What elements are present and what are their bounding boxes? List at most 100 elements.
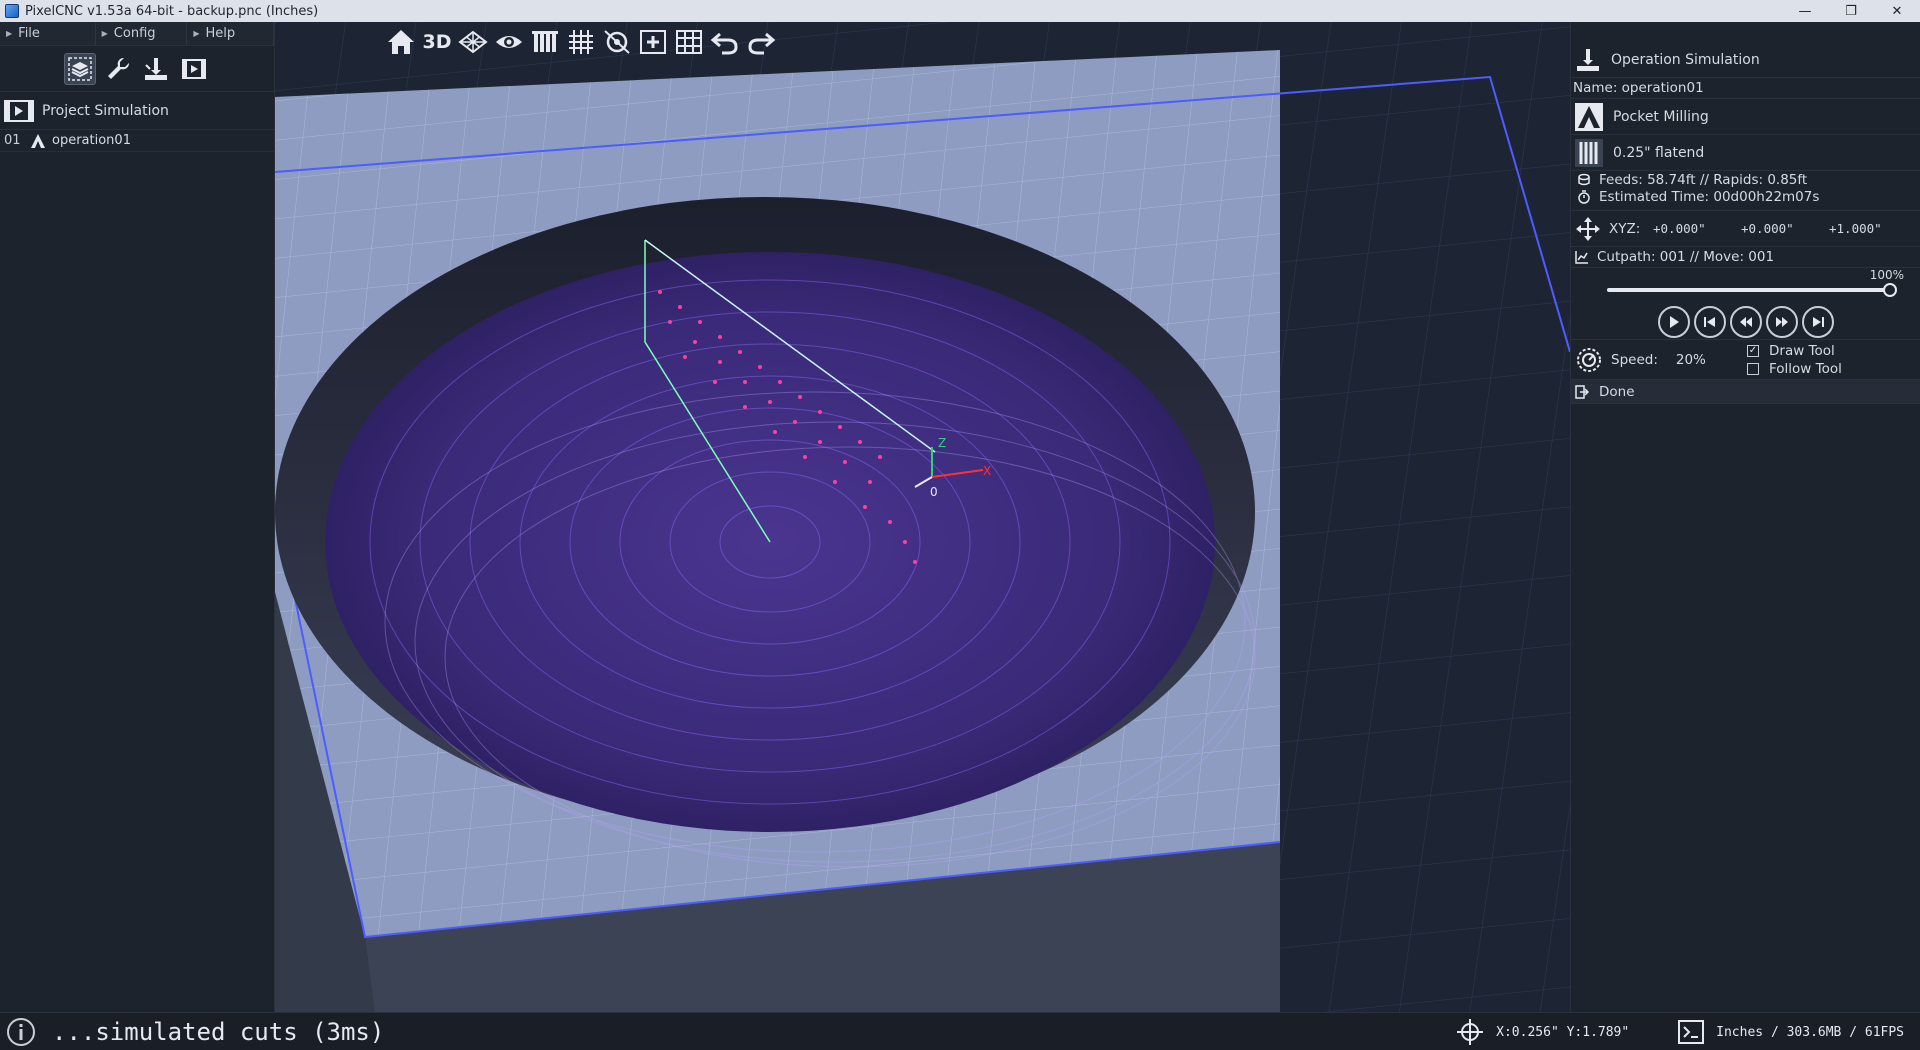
view-toolbar: 3D [385, 24, 777, 60]
mode-toolbar [0, 46, 274, 92]
feeds-row: Feeds: 58.74ft // Rapids: 0.85ft [1571, 170, 1920, 188]
menu-help-label: Help [205, 26, 236, 41]
status-right: X:0.256" Y:1.789" Inches / 303.6MB / 61F… [1456, 1013, 1904, 1050]
project-simulation-title: Project Simulation [42, 102, 169, 119]
stock-icon [532, 31, 558, 52]
origin-label: 0 [930, 485, 938, 499]
estimated-time-row: Estimated Time: 00d00h22m07s [1571, 188, 1920, 206]
move-arrows-icon [1576, 216, 1600, 241]
menu-help[interactable]: ▶ Help [187, 21, 274, 46]
info-icon[interactable] [4, 1015, 38, 1049]
operations-mode-button[interactable] [140, 53, 172, 85]
simulation-scene: Z X 0 [275, 22, 1570, 1012]
x-coordinate: +0.000" [1653, 221, 1706, 236]
redo-icon [748, 32, 776, 55]
operation-list-item[interactable]: 01 operation01 [0, 130, 274, 152]
path-chart-icon [1575, 251, 1588, 264]
progress-slider[interactable] [1607, 283, 1897, 297]
film-icon [182, 58, 206, 79]
skip-to-end-button[interactable] [1801, 305, 1834, 338]
menu-config[interactable]: ▶ Config [96, 21, 188, 46]
add-view-button[interactable] [637, 26, 669, 58]
units-memory-fps: Inches / 303.6MB / 61FPS [1716, 1024, 1904, 1040]
hash-grid-icon [569, 30, 593, 54]
follow-tool-option[interactable]: Follow Tool [1747, 360, 1842, 378]
play-icon [1669, 315, 1679, 328]
simulation-mode-button[interactable] [178, 53, 210, 85]
undo-button[interactable] [709, 26, 741, 58]
project-mode-button[interactable] [64, 52, 96, 85]
top-view-button[interactable] [457, 26, 489, 58]
home-icon [388, 30, 414, 54]
stopwatch-icon [1578, 190, 1590, 204]
follow-tool-checkbox[interactable] [1747, 363, 1759, 375]
draw-tool-option[interactable]: ✓ Draw Tool [1747, 342, 1842, 360]
spool-icon [1578, 173, 1590, 185]
minimize-button[interactable]: — [1782, 0, 1828, 22]
progress-slider-handle[interactable] [1883, 283, 1897, 297]
stock-view-button[interactable] [529, 26, 561, 58]
operation-type-row: Pocket Milling [1571, 98, 1920, 134]
grid-toggle-button[interactable] [565, 26, 597, 58]
console-icon[interactable] [1678, 1020, 1705, 1044]
operation-number: 01 [4, 133, 21, 148]
progress-percent: 100% [1869, 268, 1904, 282]
app-icon [5, 4, 19, 18]
z-coordinate: +1.000" [1829, 221, 1882, 236]
machining-icon [145, 57, 167, 80]
skip-back-icon [1703, 316, 1715, 327]
status-bar: ...simulated cuts (3ms) X:0.256" Y:1.789… [0, 1012, 1920, 1050]
layers-icon [68, 56, 92, 81]
menu-file[interactable]: ▶ File [0, 21, 96, 46]
rewind-button[interactable] [1729, 305, 1762, 338]
xyz-label: XYZ: [1609, 220, 1641, 237]
fast-forward-button[interactable] [1765, 305, 1798, 338]
cutpath-text: Cutpath: 001 // Move: 001 [1597, 249, 1775, 265]
speed-value[interactable]: 20% [1676, 352, 1706, 368]
restore-button[interactable]: ❐ [1828, 0, 1874, 22]
add-frame-icon [640, 30, 666, 54]
operation-name-line: Name: operation01 [1573, 80, 1704, 96]
eye-icon [496, 36, 522, 48]
machining-icon [1577, 48, 1599, 71]
redo-button[interactable] [745, 26, 777, 58]
caret-right-icon: ▶ [101, 29, 108, 38]
pocket-milling-icon [31, 133, 45, 148]
menu-bar: ▶ File ▶ Config ▶ Help [0, 21, 274, 46]
draw-tool-label: Draw Tool [1769, 343, 1835, 359]
toolpath-toggle-button[interactable] [601, 26, 633, 58]
speed-label: Speed: [1611, 351, 1658, 368]
skip-forward-icon [1812, 316, 1824, 327]
gear-grid-icon [604, 30, 630, 54]
visibility-button[interactable] [493, 26, 525, 58]
z-axis-label: Z [938, 436, 946, 450]
close-button[interactable]: ✕ [1874, 0, 1920, 22]
speed-row: Speed: 20% ✓ Draw Tool Follow Tool [1571, 340, 1920, 380]
y-coordinate: +0.000" [1741, 221, 1794, 236]
operation-type: Pocket Milling [1613, 108, 1709, 125]
window-title: PixelCNC v1.53a 64-bit - backup.pnc (Inc… [25, 3, 319, 19]
3d-label: 3D [422, 31, 452, 53]
caret-right-icon: ▶ [193, 29, 200, 38]
status-message: ...simulated cuts (3ms) [52, 1017, 385, 1046]
3d-view-button[interactable]: 3D [421, 26, 453, 58]
3d-viewport[interactable]: Z X 0 3D [275, 22, 1570, 1012]
play-button[interactable] [1657, 305, 1690, 338]
film-icon [4, 99, 34, 122]
cutpath-row: Cutpath: 001 // Move: 001 [1571, 246, 1920, 268]
left-panel: ▶ File ▶ Config ▶ Help Project Simulatio… [0, 21, 275, 1012]
layout-grid-button[interactable] [673, 26, 705, 58]
cursor-coordinates: X:0.256" Y:1.789" [1496, 1024, 1630, 1040]
tool-row: 0.25" flatend [1571, 134, 1920, 170]
grid-plane-icon [458, 30, 488, 54]
window-controls: — ❐ ✕ [1782, 0, 1920, 22]
transport-controls [1571, 304, 1920, 340]
wrench-icon [108, 57, 130, 79]
skip-to-start-button[interactable] [1693, 305, 1726, 338]
home-view-button[interactable] [385, 26, 417, 58]
draw-tool-checkbox[interactable]: ✓ [1747, 345, 1759, 357]
speed-dial-icon[interactable] [1575, 346, 1603, 374]
done-button[interactable]: Done [1571, 380, 1920, 404]
draw-options: ✓ Draw Tool Follow Tool [1747, 342, 1842, 378]
tools-mode-button[interactable] [102, 53, 134, 85]
